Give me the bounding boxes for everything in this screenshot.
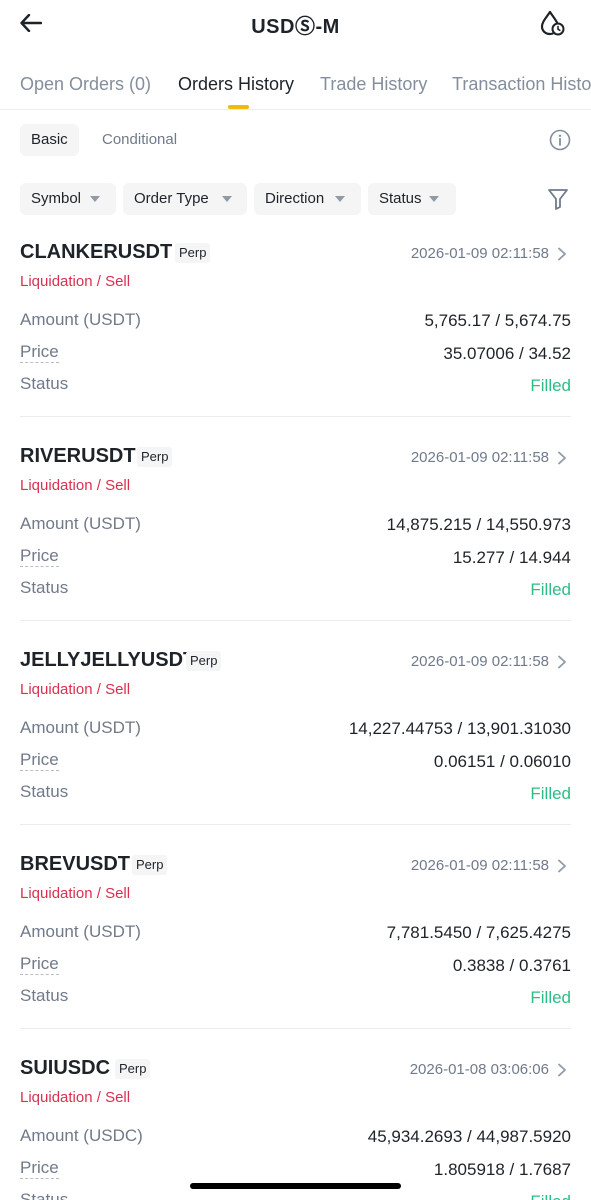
funnel-filter-icon[interactable]	[547, 187, 569, 211]
amount-value: 14,875.215 / 14,550.973	[386, 515, 571, 534]
order-type: Liquidation / Sell	[20, 681, 131, 698]
price-value: 35.07006 / 34.52	[443, 344, 571, 363]
perp-badge: Perp	[137, 447, 173, 467]
price-value: 0.3838 / 0.3761	[452, 956, 571, 975]
perp-badge: Perp	[186, 651, 222, 671]
order-type: Liquidation / Sell	[20, 477, 131, 494]
status-value: Filled	[530, 988, 571, 1007]
order-time: 2026-01-09 02:11:58	[410, 857, 549, 874]
order-card[interactable]: JELLYJELLYUSDT Perp 2026-01-09 02:11:58 …	[20, 645, 571, 849]
order-type: Liquidation / Sell	[20, 273, 131, 290]
status-label: Status	[20, 1190, 69, 1200]
order-time: 2026-01-09 02:11:58	[410, 449, 549, 466]
filter-direction-label: Direction	[265, 190, 325, 207]
chevron-right-icon	[558, 859, 566, 873]
order-card[interactable]: CLANKERUSDT Perp 2026-01-09 02:11:58 Liq…	[20, 237, 571, 441]
order-time: 2026-01-08 03:06:06	[409, 1061, 549, 1078]
status-value: Filled	[530, 784, 571, 803]
divider	[20, 824, 571, 825]
perp-badge: Perp	[115, 1059, 151, 1079]
order-symbol: JELLYJELLYUSDT	[20, 649, 196, 671]
order-card[interactable]: SUIUSDC Perp 2026-01-08 03:06:06 Liquida…	[20, 1053, 571, 1200]
price-label[interactable]: Price	[20, 954, 59, 975]
status-value: Filled	[530, 376, 571, 395]
filter-symbol[interactable]: Symbol	[20, 183, 116, 215]
active-tab-indicator	[228, 105, 249, 109]
amount-label: Amount (USDT)	[20, 922, 141, 941]
order-symbol: CLANKERUSDT	[20, 241, 173, 263]
divider	[20, 416, 571, 417]
order-time: 2026-01-09 02:11:58	[410, 653, 549, 670]
caret-down-icon	[429, 196, 439, 202]
tab-orders-history[interactable]: Orders History	[178, 74, 294, 95]
status-label: Status	[20, 578, 69, 597]
chevron-right-icon	[558, 1063, 566, 1077]
amount-value: 7,781.5450 / 7,625.4275	[386, 923, 571, 942]
order-symbol: BREVUSDT	[20, 853, 131, 875]
divider	[20, 620, 571, 621]
order-card[interactable]: BREVUSDT Perp 2026-01-09 02:11:58 Liquid…	[20, 849, 571, 1053]
status-label: Status	[20, 374, 69, 393]
order-card[interactable]: RIVERUSDT Perp 2026-01-09 02:11:58 Liqui…	[20, 441, 571, 645]
divider	[20, 1028, 571, 1029]
page-title: USDⓈ-M	[251, 16, 340, 38]
amount-label: Amount (USDT)	[20, 310, 141, 329]
order-symbol: SUIUSDC	[20, 1057, 111, 1079]
price-label[interactable]: Price	[20, 750, 59, 771]
subtab-basic[interactable]: Basic	[20, 124, 79, 156]
status-label: Status	[20, 782, 69, 801]
chevron-right-icon	[558, 655, 566, 669]
caret-down-icon	[90, 196, 100, 202]
amount-label: Amount (USDC)	[20, 1126, 143, 1145]
order-symbol: RIVERUSDT	[20, 445, 136, 467]
filter-order-type[interactable]: Order Type	[123, 183, 247, 215]
filter-order-type-label: Order Type	[134, 190, 209, 207]
drop-clock-button[interactable]	[535, 6, 569, 40]
price-value: 15.277 / 14.944	[452, 548, 571, 567]
perp-badge: Perp	[132, 855, 168, 875]
top-bar: USDⓈ-M	[0, 0, 591, 46]
price-label[interactable]: Price	[20, 546, 59, 567]
info-icon[interactable]	[549, 129, 571, 151]
chevron-right-icon	[558, 451, 566, 465]
filter-status-label: Status	[379, 190, 422, 207]
order-type: Liquidation / Sell	[20, 1089, 131, 1106]
price-value: 0.06151 / 0.06010	[433, 752, 571, 771]
price-label[interactable]: Price	[20, 342, 59, 363]
amount-value: 5,765.17 / 5,674.75	[424, 311, 571, 330]
chevron-right-icon	[558, 247, 566, 261]
amount-label: Amount (USDT)	[20, 718, 141, 737]
price-value: 1.805918 / 1.7687	[433, 1160, 571, 1179]
amount-label: Amount (USDT)	[20, 514, 141, 533]
drop-clock-icon	[540, 10, 565, 36]
filter-direction[interactable]: Direction	[254, 183, 361, 215]
price-label[interactable]: Price	[20, 1158, 59, 1179]
filter-status[interactable]: Status	[368, 183, 456, 215]
tab-trade-history[interactable]: Trade History	[320, 74, 427, 95]
caret-down-icon	[222, 196, 232, 202]
tab-transaction-history[interactable]: Transaction History	[452, 74, 591, 95]
order-type: Liquidation / Sell	[20, 885, 131, 902]
amount-value: 45,934.2693 / 44,987.5920	[367, 1127, 571, 1146]
subtab-conditional[interactable]: Conditional	[91, 124, 188, 156]
home-indicator[interactable]	[190, 1183, 401, 1189]
perp-badge: Perp	[175, 243, 211, 263]
status-value: Filled	[530, 580, 571, 599]
tab-open-orders[interactable]: Open Orders (0)	[20, 74, 151, 95]
status-value: Filled	[530, 1192, 571, 1200]
order-time: 2026-01-09 02:11:58	[410, 245, 549, 262]
orders-tabs: Open Orders (0) Orders History Trade His…	[0, 62, 591, 110]
status-label: Status	[20, 986, 69, 1005]
caret-down-icon	[335, 196, 345, 202]
filter-symbol-label: Symbol	[31, 190, 82, 207]
amount-value: 14,227.44753 / 13,901.31030	[348, 719, 571, 738]
